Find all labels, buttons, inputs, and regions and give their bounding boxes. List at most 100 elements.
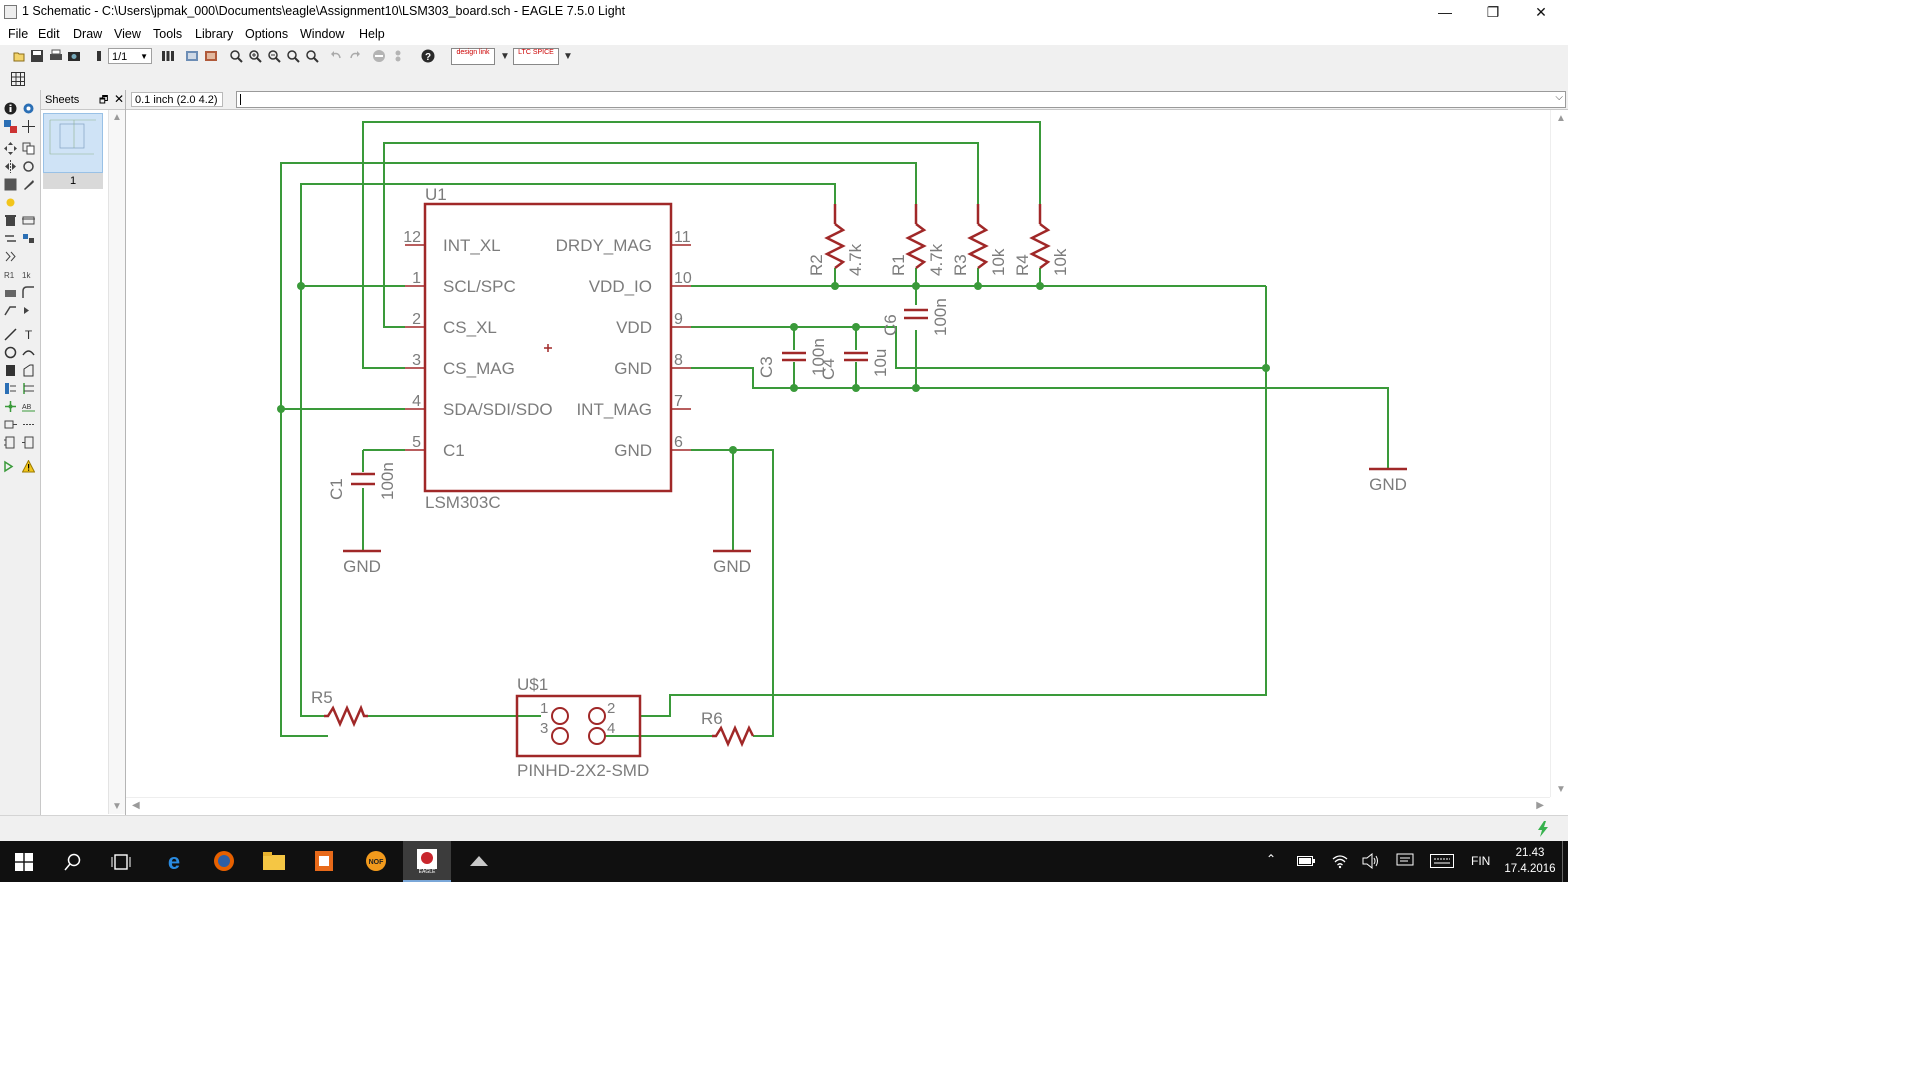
sheets-scrollbar[interactable]: ▲ ▼ (108, 110, 125, 814)
system-clock[interactable]: 21.43 17.4.2016 (1500, 845, 1560, 877)
sheet-number[interactable]: 1 (43, 173, 103, 189)
display-icon[interactable] (4, 120, 17, 133)
open-icon[interactable] (12, 49, 26, 63)
wire-icon[interactable] (4, 328, 17, 341)
name-icon[interactable]: R1 (4, 268, 17, 281)
design-link-button[interactable]: design link (451, 48, 495, 65)
redo-icon[interactable] (348, 49, 362, 63)
scroll-up-icon[interactable]: ▲ (1556, 113, 1566, 124)
zoom-out-icon[interactable] (267, 49, 281, 63)
ltspice-dropdown-icon[interactable]: ▼ (563, 51, 573, 62)
change-icon[interactable] (22, 178, 35, 191)
battery-icon[interactable] (1297, 855, 1315, 867)
search-icon[interactable] (64, 853, 82, 871)
split-icon[interactable] (4, 304, 17, 317)
input-language[interactable]: FIN (1471, 854, 1490, 868)
smash-icon[interactable] (4, 286, 17, 299)
schematic-canvas[interactable]: U1 LSM303C 12 1 2 3 4 5 11 10 9 8 7 6 IN… (126, 110, 1550, 797)
text-icon[interactable]: T (22, 328, 35, 341)
move-icon[interactable] (4, 142, 17, 155)
delete-icon[interactable] (4, 214, 17, 227)
pinswap-icon[interactable] (4, 232, 17, 245)
rotate-icon[interactable] (22, 160, 35, 173)
menu-view[interactable]: View (114, 27, 141, 41)
keyboard-icon[interactable] (1430, 854, 1454, 868)
task-view-icon[interactable] (111, 853, 131, 871)
scroll-right-icon[interactable]: ▶ (1536, 800, 1544, 811)
action-center-icon[interactable] (1396, 853, 1414, 869)
cam-processor-icon[interactable] (67, 49, 81, 63)
horizontal-scrollbar[interactable]: ◀ ▶ (126, 797, 1550, 816)
close-button[interactable]: ✕ (1518, 0, 1564, 25)
taskbar-nof[interactable]: NOF (352, 841, 400, 882)
menu-library[interactable]: Library (195, 27, 233, 41)
taskbar-firefox[interactable] (200, 841, 248, 882)
copy-icon[interactable] (22, 142, 35, 155)
attribute-icon[interactable] (4, 418, 17, 431)
zoom-redraw-icon[interactable] (286, 49, 300, 63)
stop-icon[interactable] (372, 49, 386, 63)
menu-edit[interactable]: Edit (38, 27, 60, 41)
save-icon[interactable] (30, 49, 44, 63)
invoke-icon[interactable] (22, 304, 35, 317)
mark-icon[interactable] (22, 120, 35, 133)
show-hidden-icons-icon[interactable]: ⌃ (1266, 852, 1276, 866)
volume-icon[interactable] (1362, 853, 1380, 869)
menu-options[interactable]: Options (245, 27, 288, 41)
mirror-icon[interactable] (4, 160, 17, 173)
add-icon[interactable] (22, 214, 35, 227)
zoom-select-icon[interactable] (305, 49, 319, 63)
pin-header-component[interactable]: 1 2 3 4 U$1 PINHD-2X2-SMD (515, 675, 649, 780)
schematic-drawing[interactable]: U1 LSM303C 12 1 2 3 4 5 11 10 9 8 7 6 IN… (126, 110, 1550, 797)
scroll-down-icon[interactable]: ▼ (112, 801, 122, 812)
sheets-close-icon[interactable]: ✕ (114, 92, 124, 106)
taskbar-eagle[interactable]: EAGLE (403, 841, 451, 882)
scroll-left-icon[interactable]: ◀ (132, 800, 140, 811)
taskbar-explorer[interactable] (250, 841, 298, 882)
bus-icon[interactable] (4, 382, 17, 395)
rect-icon[interactable] (4, 364, 17, 377)
ltspice-button[interactable]: LTC SPICE (513, 48, 559, 65)
menu-draw[interactable]: Draw (73, 27, 102, 41)
sheet-thumbnail[interactable] (43, 113, 103, 173)
u1-component[interactable]: U1 LSM303C 12 1 2 3 4 5 11 10 9 8 7 6 IN… (403, 185, 692, 512)
windows-start-icon[interactable] (15, 853, 33, 871)
menu-window[interactable]: Window (300, 27, 344, 41)
sheet-select[interactable]: 1/1 ▼ (108, 48, 152, 64)
miter-icon[interactable] (22, 286, 35, 299)
restore-button[interactable]: ❐ (1470, 0, 1516, 25)
help-icon[interactable]: ? (421, 49, 435, 63)
net-icon[interactable] (22, 382, 35, 395)
scroll-up-icon[interactable]: ▲ (112, 112, 122, 123)
paste-icon[interactable] (4, 196, 17, 209)
errors-icon[interactable] (22, 460, 35, 473)
board-switch-icon[interactable] (185, 49, 199, 63)
dimension-icon[interactable] (22, 418, 35, 431)
replace-icon[interactable] (22, 232, 35, 245)
gnd-symbols[interactable] (343, 467, 1407, 553)
gateswap-icon[interactable] (4, 250, 17, 263)
show-icon[interactable] (22, 102, 35, 115)
label-icon[interactable]: AB (22, 400, 35, 413)
menu-tools[interactable]: Tools (153, 27, 182, 41)
go-icon[interactable] (391, 49, 405, 63)
port-icon[interactable] (22, 436, 35, 449)
taskbar-app[interactable] (455, 841, 503, 882)
vertical-scrollbar[interactable]: ▲ ▼ (1550, 110, 1569, 797)
minimize-button[interactable]: — (1422, 0, 1468, 25)
series-resistors[interactable] (324, 704, 755, 748)
taskbar-office[interactable] (300, 841, 348, 882)
zoom-in-icon[interactable] (248, 49, 262, 63)
group-icon[interactable] (4, 178, 17, 191)
show-desktop-button[interactable] (1562, 841, 1569, 882)
design-link-dropdown-icon[interactable]: ▼ (500, 51, 510, 62)
taskbar-edge[interactable]: e (150, 841, 198, 882)
ulp-icon[interactable] (161, 49, 175, 63)
value-icon[interactable]: 1k (22, 268, 35, 281)
print-icon[interactable] (49, 49, 63, 63)
zoom-fit-icon[interactable] (229, 49, 243, 63)
scroll-down-icon[interactable]: ▼ (1556, 784, 1566, 795)
undock-icon[interactable]: 🗗 (99, 93, 108, 110)
circle-icon[interactable] (4, 346, 17, 359)
arc-icon[interactable] (22, 346, 35, 359)
